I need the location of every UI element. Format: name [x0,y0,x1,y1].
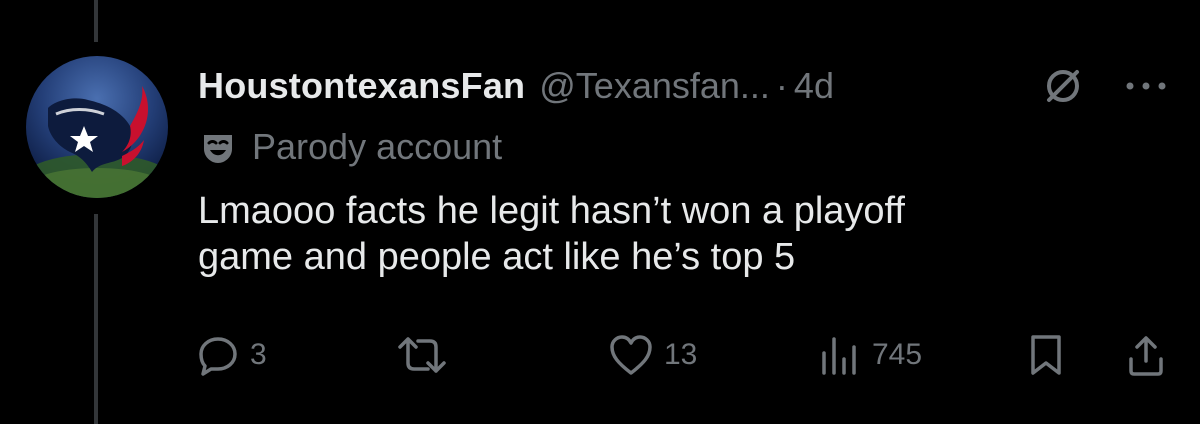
mask-icon [204,135,232,163]
share-button[interactable] [1126,330,1166,380]
views-button[interactable]: 745 [818,330,922,380]
view-count: 745 [872,338,923,371]
like-count: 13 [664,338,698,371]
views-icon [822,337,856,375]
repost-icon [398,337,446,373]
repost-button[interactable] [396,330,458,380]
timestamp[interactable]: 4d [794,65,834,107]
display-name[interactable]: HoustontexansFan [198,65,525,107]
post-text: Lmaooo facts he legit hasn’t won a playo… [198,188,1178,280]
action-bar: 3 13 745 [190,330,1180,380]
reply-count: 3 [250,338,267,371]
post-text-line-1: Lmaooo facts he legit hasn’t won a playo… [198,190,905,232]
separator-dot: · [775,65,788,106]
parody-label-row: Parody account [198,124,502,170]
like-button[interactable]: 13 [608,330,697,380]
post-header: HoustontexansFan @Texansfan... · 4d [198,60,834,112]
thread-line-top [94,0,98,42]
thread-line-bottom [94,214,98,424]
heart-icon [610,335,652,375]
avatar[interactable] [26,56,168,198]
grok-icon[interactable] [1043,66,1083,106]
parody-account-label: Parody account [252,126,503,167]
more-icon[interactable] [1122,76,1170,96]
share-icon [1129,336,1163,376]
reply-icon [199,337,237,376]
bookmark-button[interactable] [1028,330,1064,380]
reply-button[interactable]: 3 [196,330,267,380]
handle[interactable]: @Texansfan... [539,65,770,107]
post-text-line-2: game and people act like he’s top 5 [198,236,796,278]
bookmark-icon [1031,335,1061,375]
